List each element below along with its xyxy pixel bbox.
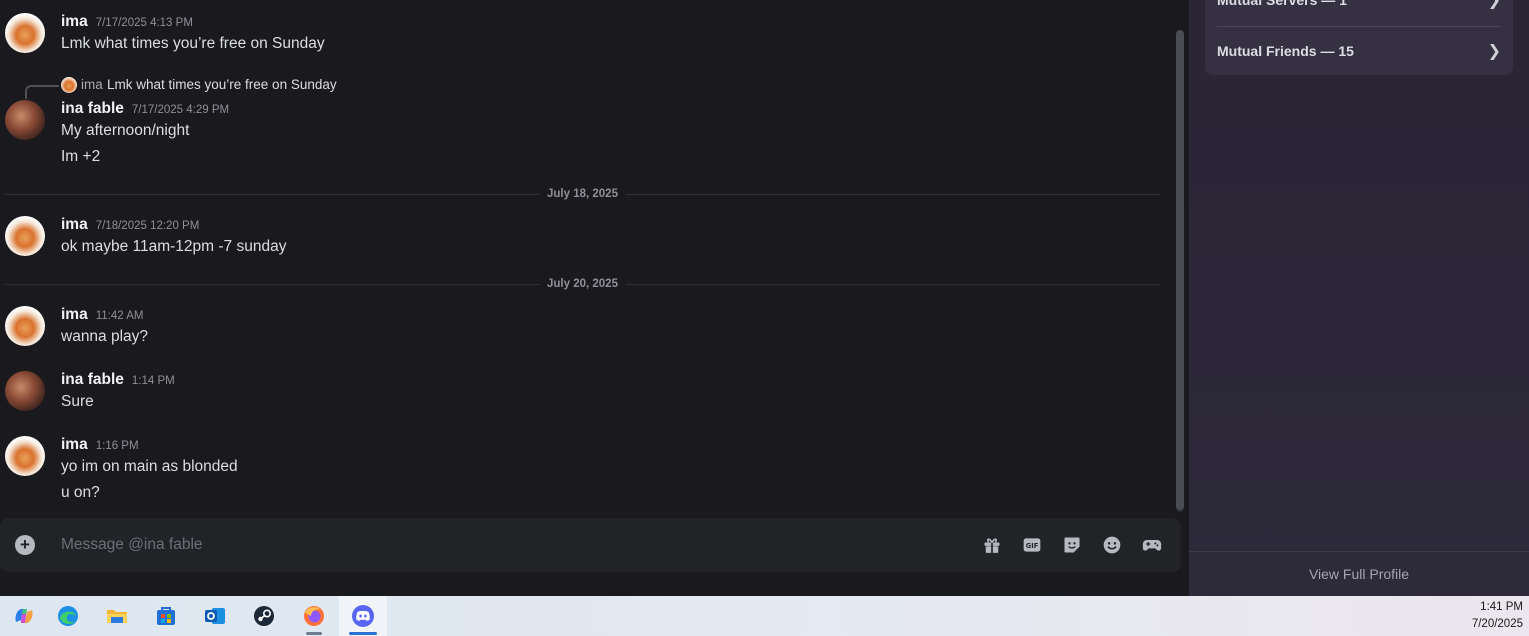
- taskbar-firefox[interactable]: [290, 596, 338, 636]
- taskbar-outlook[interactable]: [191, 596, 239, 636]
- author-name[interactable]: ina fable: [61, 100, 124, 118]
- date-divider: July 20, 2025: [5, 278, 1160, 290]
- message-header: ina fable 7/17/2025 4:29 PM: [61, 100, 229, 118]
- profile-footer: View Full Profile: [1189, 551, 1529, 596]
- message-text: My afternoon/night: [61, 122, 190, 139]
- message-timestamp: 1:16 PM: [95, 440, 139, 452]
- message-timestamp: 7/17/2025 4:13 PM: [95, 17, 193, 29]
- scrollbar-thumb[interactable]: [1176, 30, 1184, 510]
- avatar[interactable]: [5, 436, 45, 476]
- message-timestamp: 7/17/2025 4:29 PM: [131, 104, 230, 116]
- taskbar-discord[interactable]: [339, 596, 387, 636]
- taskbar-copilot[interactable]: [0, 596, 48, 636]
- taskbar-file-explorer[interactable]: [93, 596, 141, 636]
- message-text: yo im on main as blonded: [61, 458, 238, 475]
- steam-icon: [254, 606, 274, 626]
- message-header: ima 1:16 PM: [61, 436, 139, 454]
- mutual-friends-row[interactable]: Mutual Friends — 15 ❯: [1217, 31, 1501, 71]
- view-full-profile-button[interactable]: View Full Profile: [1309, 566, 1409, 582]
- emoji-icon[interactable]: [1102, 535, 1122, 555]
- copilot-icon: [15, 608, 33, 624]
- taskbar: 1:41 PM 7/20/2025: [0, 596, 1529, 636]
- clock-date: 7/20/2025: [1471, 618, 1523, 630]
- chevron-right-icon: ❯: [1487, 0, 1501, 9]
- avatar[interactable]: [5, 371, 45, 411]
- author-name[interactable]: ina fable: [61, 371, 124, 389]
- message-timestamp: 1:14 PM: [131, 375, 175, 387]
- clock-time: 1:41 PM: [1480, 601, 1523, 613]
- message-composer: + GIF: [0, 518, 1181, 572]
- system-clock[interactable]: 1:41 PM 7/20/2025: [1472, 599, 1523, 633]
- message-text: Sure: [61, 393, 94, 410]
- chevron-right-icon: ❯: [1487, 43, 1501, 60]
- message-text: Lmk what times you’re free on Sunday: [61, 35, 325, 52]
- message-timestamp: 7/18/2025 12:20 PM: [95, 220, 200, 232]
- reply-spine: [25, 85, 59, 99]
- add-icon[interactable]: +: [15, 535, 35, 555]
- taskbar-edge[interactable]: [44, 596, 92, 636]
- mutual-servers-row[interactable]: Mutual Servers — 1 ❯: [1217, 0, 1501, 20]
- avatar[interactable]: [5, 100, 45, 140]
- game-controller-icon[interactable]: [1142, 535, 1162, 555]
- author-name[interactable]: ima: [61, 436, 88, 454]
- taskbar-steam[interactable]: [240, 596, 288, 636]
- divider: [1217, 26, 1501, 27]
- store-icon: [157, 607, 175, 625]
- message-header: ima 11:42 AM: [61, 306, 143, 324]
- message-header: ima 7/18/2025 12:20 PM: [61, 216, 199, 234]
- gift-icon[interactable]: [982, 535, 1002, 555]
- message-timestamp: 11:42 AM: [95, 310, 144, 322]
- mutual-servers-label: Mutual Servers — 1: [1217, 0, 1347, 8]
- outlook-icon: [205, 608, 225, 624]
- date-divider-label: July 18, 2025: [539, 188, 626, 200]
- author-name[interactable]: ima: [61, 306, 88, 324]
- reply-author[interactable]: ima: [81, 77, 103, 92]
- avatar[interactable]: [5, 216, 45, 256]
- date-divider: July 18, 2025: [5, 188, 1160, 200]
- chat-area: ima 7/17/2025 4:13 PM Lmk what times you…: [0, 0, 1189, 596]
- reply-avatar: [61, 77, 77, 93]
- author-name[interactable]: ima: [61, 216, 88, 234]
- edge-icon: [58, 606, 78, 626]
- avatar[interactable]: [5, 306, 45, 346]
- message-text: wanna play?: [61, 328, 149, 345]
- user-profile-panel: Mutual Servers — 1 ❯ Mutual Friends — 15…: [1189, 0, 1529, 596]
- discord-window: ima 7/17/2025 4:13 PM Lmk what times you…: [0, 0, 1529, 636]
- sticker-icon[interactable]: [1062, 535, 1082, 555]
- message-text: ok maybe 11am-12pm -7 sunday: [61, 238, 287, 255]
- message-header: ima 7/17/2025 4:13 PM: [61, 13, 193, 31]
- svg-text:GIF: GIF: [1026, 542, 1039, 550]
- mutual-card: Mutual Servers — 1 ❯ Mutual Friends — 15…: [1205, 0, 1513, 75]
- avatar[interactable]: [5, 13, 45, 53]
- author-name[interactable]: ima: [61, 13, 88, 31]
- gif-icon[interactable]: GIF: [1022, 535, 1042, 555]
- message-input[interactable]: [61, 532, 941, 558]
- taskbar-microsoft-store[interactable]: [142, 596, 190, 636]
- message-text: Im +2: [61, 148, 101, 165]
- reply-preview[interactable]: Lmk what times you’re free on Sunday: [107, 77, 337, 92]
- mutual-friends-label: Mutual Friends — 15: [1217, 43, 1354, 59]
- date-divider-label: July 20, 2025: [539, 278, 626, 290]
- message-text: u on?: [61, 484, 100, 501]
- discord-icon: [352, 605, 374, 627]
- firefox-icon: [304, 606, 324, 626]
- folder-icon: [107, 610, 127, 623]
- message-list[interactable]: ima 7/17/2025 4:13 PM Lmk what times you…: [0, 0, 1172, 516]
- message-header: ina fable 1:14 PM: [61, 371, 175, 389]
